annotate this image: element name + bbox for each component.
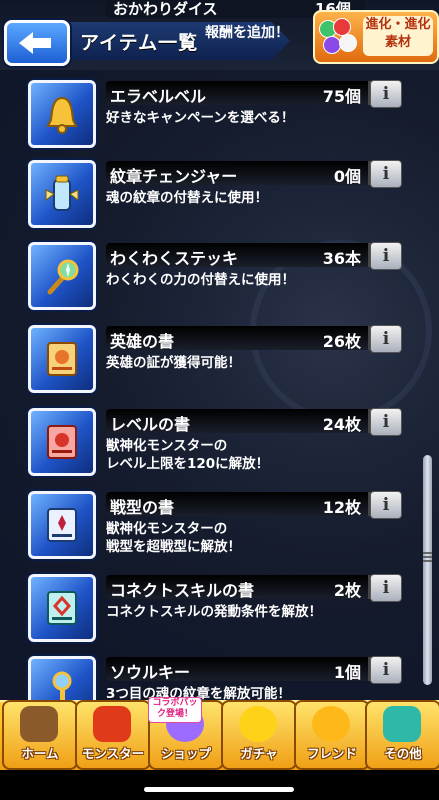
list-item[interactable]: レベルの書 24枚 i 獣神化モンスターの レベル上限を120に解放！ [28, 408, 403, 482]
evolve-orbs-icon [319, 18, 367, 54]
item-count: 36本 [322, 249, 361, 268]
evolve-materials-label: 進化・進化素材 [363, 16, 433, 56]
item-count: 2枚 [333, 581, 361, 600]
item-count: 0個 [333, 167, 361, 186]
info-button[interactable]: i [370, 491, 402, 519]
item-name: 戦型の書 [110, 498, 175, 517]
tab-friend[interactable]: フレンド [294, 700, 370, 770]
tab-label: ガチャ [240, 746, 278, 761]
item-count: 24枚 [322, 415, 361, 434]
item-description: 獣神化モンスターの 戦型を超戦型に解放！ [106, 521, 241, 555]
list-item[interactable]: 英雄の書 26枚 i 英雄の証が獲得可能！ [28, 325, 403, 399]
info-button[interactable]: i [370, 408, 402, 436]
list-item[interactable]: コネクトスキルの書 2枚 i コネクトスキルの発動条件を解放！ [28, 574, 403, 648]
item-name: レベルの書 [110, 415, 191, 434]
info-button[interactable]: i [370, 160, 402, 188]
hero-scroll-icon [28, 325, 96, 393]
info-button[interactable]: i [370, 656, 402, 684]
item-description: 魂の紋章の付替えに使用！ [106, 190, 268, 206]
evolve-materials-button[interactable]: 進化・進化素材 [313, 10, 439, 64]
info-button[interactable]: i [370, 80, 402, 108]
item-name: 英雄の書 [110, 332, 175, 351]
bell-icon [28, 80, 96, 148]
monster-icon [93, 706, 131, 742]
previous-item-name: おかわりダイス [113, 0, 218, 18]
system-bar [0, 770, 439, 800]
emblem-changer-icon [28, 160, 96, 228]
collab-pack-badge: コラボパック登場！ [148, 697, 202, 723]
tab-label: ホーム [21, 746, 59, 761]
item-description: コネクトスキルの発動条件を解放！ [106, 604, 322, 620]
list-item[interactable]: 紋章チェンジャー 0個 i 魂の紋章の付替えに使用！ [28, 160, 403, 234]
item-name: 紋章チェンジャー [110, 167, 238, 186]
item-name: ソウルキー [110, 663, 191, 682]
item-name: エラベルベル [110, 87, 207, 106]
gacha-icon [239, 706, 277, 742]
tab-other[interactable]: その他 [365, 700, 439, 770]
item-list[interactable]: エラベルベル 75個 i 好きなキャンペーンを選べる！ 紋章チェンジャー 0個 … [0, 0, 439, 800]
item-description: 英雄の証が獲得可能！ [106, 355, 241, 371]
info-button[interactable]: i [370, 242, 402, 270]
home-icon [20, 706, 58, 742]
back-button[interactable] [4, 20, 70, 66]
item-description: 獣神化モンスターの レベル上限を120に解放！ [106, 438, 270, 472]
friend-icon [312, 706, 350, 742]
info-button[interactable]: i [370, 574, 402, 602]
list-item[interactable]: 戦型の書 12枚 i 獣神化モンスターの 戦型を超戦型に解放！ [28, 491, 403, 565]
other-icon [383, 706, 421, 742]
home-indicator[interactable] [144, 787, 294, 792]
item-name: わくわくステッキ [110, 249, 239, 268]
tab-label: フレンド [306, 746, 357, 761]
list-item[interactable]: わくわくステッキ 36本 i わくわくの力の付替えに使用！ [28, 242, 403, 316]
wand-icon [28, 242, 96, 310]
item-count: 1個 [333, 663, 361, 682]
list-item[interactable]: エラベルベル 75個 i 好きなキャンペーンを選べる！ [28, 80, 403, 154]
item-count: 75個 [322, 87, 361, 106]
tab-label: その他 [384, 746, 422, 761]
scrollbar-thumb[interactable] [423, 455, 432, 685]
info-button[interactable]: i [370, 325, 402, 353]
title-subtitle: 報酬を追加！ [205, 25, 289, 41]
tab-gacha[interactable]: ガチャ [221, 700, 297, 770]
connect-scroll-icon [28, 574, 96, 642]
item-description: 好きなキャンペーンを選べる！ [106, 110, 295, 126]
scrollbar-grip-icon [423, 552, 432, 564]
page-title: アイテム一覧 [80, 32, 199, 54]
level-scroll-icon [28, 408, 96, 476]
tab-home[interactable]: ホーム [2, 700, 78, 770]
item-name: コネクトスキルの書 [110, 581, 255, 600]
tab-monster[interactable]: モンスター [75, 700, 151, 770]
tab-label: モンスター [81, 746, 145, 761]
item-count: 26枚 [322, 332, 361, 351]
battle-scroll-icon [28, 491, 96, 559]
item-count: 12枚 [322, 498, 361, 517]
item-description: わくわくの力の付替えに使用！ [106, 272, 295, 288]
tab-label: ショップ [160, 746, 211, 761]
